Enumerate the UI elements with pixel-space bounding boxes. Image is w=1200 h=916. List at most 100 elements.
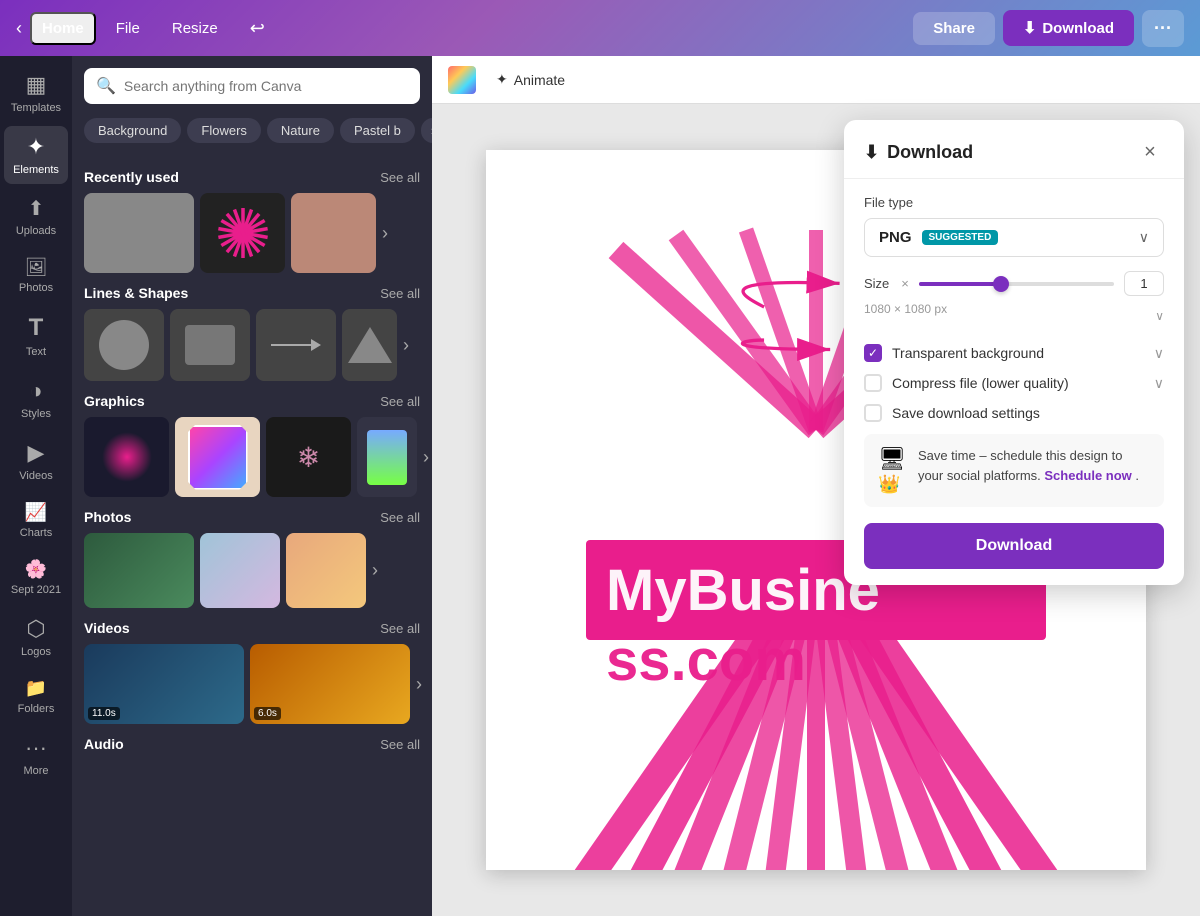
download-icon: ⬇ <box>1023 18 1036 38</box>
graphics-see-all[interactable]: See all <box>380 394 420 409</box>
sidebar-item-charts[interactable]: 📈 Charts <box>4 494 68 547</box>
recently-used-see-all[interactable]: See all <box>380 170 420 185</box>
sidebar-item-templates[interactable]: ▦ Templates <box>4 64 68 122</box>
recently-used-header: Recently used See all <box>84 169 420 185</box>
sidebar-item-styles[interactable]: ◑ Styles <box>4 370 68 428</box>
videos-items: 11.0s 6.0s › <box>84 644 420 724</box>
folders-icon: 📁 <box>25 678 47 699</box>
more-options-button[interactable]: ··· <box>1142 10 1184 47</box>
search-input-wrap[interactable]: 🔍 <box>84 68 420 104</box>
videos-more-arrow[interactable]: › <box>416 674 422 695</box>
suggested-badge: SUGGESTED <box>922 230 999 245</box>
color-picker-button[interactable] <box>448 66 476 94</box>
shape-triangle[interactable] <box>342 309 397 381</box>
size-slider-thumb[interactable] <box>993 276 1009 292</box>
size-value[interactable]: 1 <box>1124 271 1164 296</box>
home-button[interactable]: Home <box>30 12 96 45</box>
file-type-chevron-icon: ∨ <box>1139 229 1149 246</box>
shape-rect[interactable] <box>170 309 250 381</box>
videos-icon: ▶ <box>28 440 45 466</box>
compress-checkbox[interactable] <box>864 374 882 392</box>
recently-used-item-3[interactable] <box>291 193 376 273</box>
undo-button[interactable]: ↩ <box>238 12 277 45</box>
animate-button[interactable]: ✦ Animate <box>488 67 573 92</box>
shape-circle[interactable] <box>84 309 164 381</box>
photo-2[interactable] <box>200 533 280 608</box>
sidebar-item-sept2021[interactable]: 🌸 Sept 2021 <box>4 551 68 604</box>
transparent-bg-checkbox[interactable]: ✓ <box>864 344 882 362</box>
shape-line-arrow[interactable] <box>256 309 336 381</box>
resize-button[interactable]: Resize <box>160 14 230 43</box>
graphics-header: Graphics See all <box>84 393 420 409</box>
promo-text: Save time – schedule this design to your… <box>918 446 1150 485</box>
text-icon: T <box>29 314 44 342</box>
panel-title: ⬇ Download <box>864 142 973 163</box>
photo-1[interactable] <box>84 533 194 608</box>
graphic-stamp[interactable] <box>175 417 260 497</box>
size-slider-wrap <box>919 282 1114 286</box>
save-settings-checkbox[interactable] <box>864 404 882 422</box>
sidebar-item-elements[interactable]: ✦ Elements <box>4 126 68 184</box>
animate-icon: ✦ <box>496 71 508 88</box>
video-1-duration: 11.0s <box>88 707 120 720</box>
recently-used-more-arrow[interactable]: › <box>382 223 388 244</box>
promo-phone-icon: 👑 <box>878 474 906 495</box>
templates-icon: ▦ <box>26 72 47 98</box>
sidebar-item-more[interactable]: ··· More <box>4 727 68 785</box>
sidebar-item-uploads[interactable]: ⬆ Uploads <box>4 188 68 245</box>
back-arrow-icon[interactable]: ‹ <box>16 18 22 39</box>
schedule-now-link[interactable]: Schedule now <box>1044 468 1131 483</box>
lines-shapes-more-arrow[interactable]: › <box>403 335 409 356</box>
sidebar-item-photos[interactable]: 🖼 Photos <box>4 249 68 302</box>
topbar-download-button[interactable]: ⬇ Download <box>1003 10 1134 46</box>
audio-header: Audio See all <box>84 736 420 752</box>
elements-panel: 🔍 Background Flowers Nature Pastel b › R… <box>72 56 432 916</box>
panel-close-button[interactable]: × <box>1136 138 1164 166</box>
recently-used-item-2[interactable] <box>200 193 285 273</box>
audio-see-all[interactable]: See all <box>380 737 420 752</box>
file-type-value: PNG <box>879 229 912 246</box>
compress-info-icon: ∨ <box>1154 375 1164 392</box>
lines-shapes-see-all[interactable]: See all <box>380 286 420 301</box>
filter-chip-background[interactable]: Background <box>84 118 181 143</box>
filter-chips-more-arrow[interactable]: › <box>421 118 432 143</box>
photos-see-all[interactable]: See all <box>380 510 420 525</box>
recently-used-item-1[interactable] <box>84 193 194 273</box>
filter-chip-nature[interactable]: Nature <box>267 118 334 143</box>
sidebar-item-videos[interactable]: ▶ Videos <box>4 432 68 490</box>
elements-icon: ✦ <box>27 134 45 160</box>
graphics-items: ❄ › <box>84 417 420 497</box>
sept2021-icon: 🌸 <box>25 559 47 580</box>
transparent-bg-info-icon: ∨ <box>1154 345 1164 362</box>
photos-more-arrow[interactable]: › <box>372 560 378 581</box>
download-main-button[interactable]: Download <box>864 523 1164 569</box>
sidebar-item-text[interactable]: T Text <box>4 306 68 366</box>
graphic-glow[interactable] <box>84 417 169 497</box>
video-2[interactable]: 6.0s <box>250 644 410 724</box>
main-area: ▦ Templates ✦ Elements ⬆ Uploads 🖼 Photo… <box>0 56 1200 916</box>
lines-shapes-items: › <box>84 309 420 381</box>
graphic-snowflakes[interactable]: ❄ <box>266 417 351 497</box>
compress-label: Compress file (lower quality) <box>892 375 1069 391</box>
size-x-label: × <box>901 276 909 291</box>
filter-chip-pastel[interactable]: Pastel b <box>340 118 415 143</box>
charts-icon: 📈 <box>25 502 47 523</box>
save-settings-label: Save download settings <box>892 405 1040 421</box>
filter-chip-flowers[interactable]: Flowers <box>187 118 261 143</box>
search-input[interactable] <box>124 78 408 94</box>
photo-3[interactable] <box>286 533 366 608</box>
graphic-gradient-orb[interactable] <box>357 417 417 497</box>
video-1[interactable]: 11.0s <box>84 644 244 724</box>
size-collapse-icon[interactable]: ∨ <box>1155 309 1164 323</box>
sidebar-item-folders[interactable]: 📁 Folders <box>4 670 68 723</box>
download-panel-icon: ⬇ <box>864 142 879 163</box>
share-button[interactable]: Share <box>913 12 995 45</box>
file-button[interactable]: File <box>104 14 152 43</box>
size-slider-track[interactable] <box>919 282 1114 286</box>
videos-see-all[interactable]: See all <box>380 621 420 636</box>
size-label: Size <box>864 276 889 291</box>
sidebar-item-logos[interactable]: ⬡ Logos <box>4 608 68 666</box>
graphics-more-arrow[interactable]: › <box>423 447 429 468</box>
uploads-icon: ⬆ <box>28 196 45 221</box>
file-type-dropdown[interactable]: PNG SUGGESTED ∨ <box>864 218 1164 257</box>
